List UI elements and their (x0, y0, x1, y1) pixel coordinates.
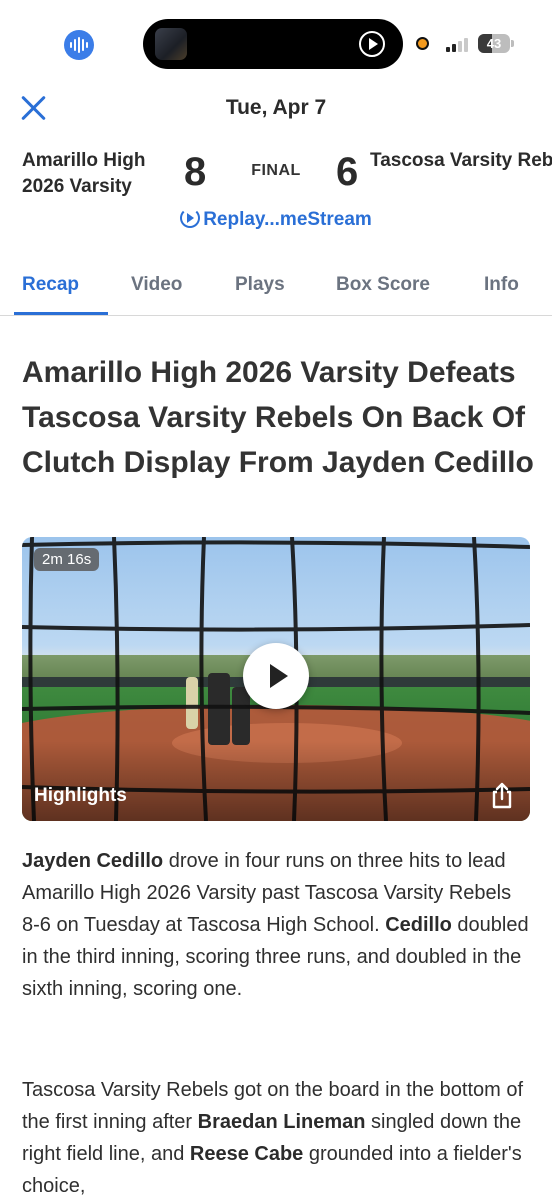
player-name-link[interactable]: Jayden Cedillo (22, 850, 163, 872)
share-icon[interactable] (488, 781, 516, 809)
video-title: Highlights (34, 785, 127, 806)
article-paragraph-1: Jayden Cedillo drove in four runs on thr… (22, 845, 534, 1005)
tab-plays[interactable]: Plays (235, 274, 285, 296)
live-activity-thumbnail (155, 28, 187, 60)
audio-wave-icon[interactable] (64, 30, 94, 60)
away-score: 6 (336, 150, 359, 194)
game-recap-screen: 43 Tue, Apr 7 Amarillo High 2026 Varsity… (0, 0, 552, 1200)
away-team-name[interactable]: Tascosa Varsity Reb... (370, 148, 552, 174)
video-gradient-overlay (22, 741, 530, 821)
game-date: Tue, Apr 7 (225, 96, 327, 119)
tab-box-score[interactable]: Box Score (336, 274, 430, 296)
tab-info[interactable]: Info (484, 274, 519, 296)
dynamic-island[interactable] (143, 19, 403, 69)
active-tab-indicator (14, 312, 108, 315)
replay-link-label: Replay...meStream (203, 209, 372, 230)
battery-icon: 43 (478, 34, 510, 53)
replay-circle-icon (180, 208, 201, 228)
player-name-link[interactable]: Braedan Lineman (198, 1111, 366, 1133)
article-paragraph-2: Tascosa Varsity Rebels got on the board … (22, 1074, 534, 1200)
replay-icon (359, 31, 385, 57)
play-icon[interactable] (243, 643, 309, 709)
recording-indicator-icon (416, 37, 429, 50)
replay-link[interactable]: Replay...meStream (0, 208, 552, 231)
battery-nub (511, 40, 514, 47)
player-name-link[interactable]: Reese Cabe (190, 1143, 303, 1165)
tab-recap[interactable]: Recap (22, 274, 79, 296)
highlights-video[interactable]: 2m 16s Highlights (22, 537, 530, 821)
player-name-link[interactable]: Cedillo (385, 914, 452, 936)
status-bar: 43 (0, 0, 552, 76)
tab-video[interactable]: Video (131, 274, 182, 296)
tab-bar: Recap Video Plays Box Score Info (0, 266, 552, 316)
article-headline: Amarillo High 2026 Varsity Defeats Tasco… (22, 356, 534, 479)
cellular-signal-icon (446, 36, 468, 52)
video-duration-badge: 2m 16s (34, 548, 100, 571)
battery-level: 43 (486, 36, 502, 51)
